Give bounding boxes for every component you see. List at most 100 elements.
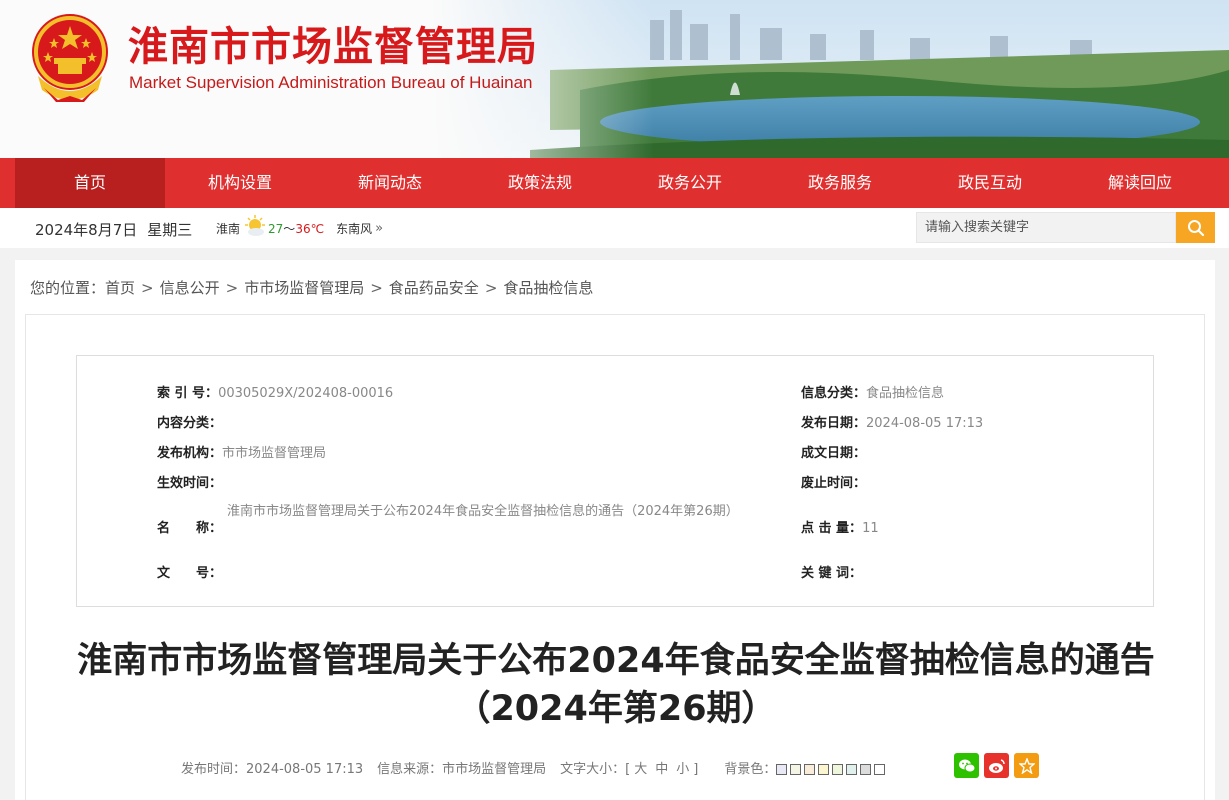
weather-widget[interactable]: 淮南 27 ～ 36℃ 东南风 » [216, 215, 383, 237]
meta-value: 市市场监督管理局 [222, 446, 327, 461]
meta-publish-date: 发布日期：2024-08-05 17:13 [801, 412, 983, 431]
wechat-icon [958, 759, 975, 772]
font-size-small-button[interactable]: 小 [676, 762, 689, 777]
national-emblem-logo [24, 10, 116, 104]
temp-low: 27 [268, 221, 284, 236]
nav-interaction[interactable]: 政民互动 [915, 158, 1065, 208]
nav-news[interactable]: 新闻动态 [315, 158, 465, 208]
search-icon [1187, 219, 1204, 236]
wind-direction: 东南风 [336, 222, 373, 236]
meta-content-category: 内容分类： [157, 412, 222, 431]
meta-label: 点 击 量： [801, 521, 863, 536]
article-panel: 索 引 号：00305029X/202408-00016 内容分类： 发布机构：… [25, 314, 1205, 800]
meta-expire-time: 废止时间： [801, 472, 866, 491]
article-meta-bar: 发布时间：2024-08-05 17:13 信息来源：市市场监督管理局 文字大小… [181, 758, 902, 777]
meta-label: 生效时间： [157, 476, 223, 491]
search-input[interactable] [916, 212, 1176, 243]
font-size-bracket: ] [693, 762, 699, 777]
sunny-cloud-icon [244, 215, 266, 237]
breadcrumb-separator: > [370, 279, 383, 297]
background-color-swatch[interactable] [874, 764, 886, 775]
publish-time: 发布时间：2024-08-05 17:13 [181, 762, 364, 777]
current-date: 2024年8月7日 星期三 [35, 219, 202, 240]
meta-doc-number: 文 号： [157, 562, 222, 581]
nav-organization[interactable]: 机构设置 [165, 158, 315, 208]
meta-keywords: 关 键 词： [801, 562, 862, 581]
temp-separator: ～ [283, 222, 296, 236]
nav-home[interactable]: 首页 [15, 158, 165, 208]
meta-label: 废止时间： [801, 476, 867, 491]
main-navigation: 首页 机构设置 新闻动态 政策法规 政务公开 政务服务 政民互动 解读回应 [0, 158, 1229, 208]
meta-name-label-row: 名 称： [157, 517, 222, 536]
breadcrumb-food-drug-safety[interactable]: 食品药品安全 [389, 279, 479, 297]
background-color-swatch[interactable] [846, 764, 858, 775]
meta-value: 11 [862, 521, 879, 536]
search-button[interactable] [1176, 212, 1215, 243]
background-color-swatch[interactable] [776, 764, 788, 775]
meta-label: 发布日期： [801, 416, 867, 431]
favorite-button[interactable] [1014, 753, 1039, 778]
nav-government-affairs[interactable]: 政务公开 [615, 158, 765, 208]
breadcrumb-separator: > [141, 279, 154, 297]
meta-label: 发布机构： [157, 446, 223, 461]
site-title: 淮南市市场监督管理局 [128, 24, 538, 70]
meta-label: 内容分类： [157, 416, 223, 431]
meta-effective-time: 生效时间： [157, 472, 222, 491]
meta-label: 名 称： [157, 521, 223, 536]
breadcrumb-bureau[interactable]: 市市场监督管理局 [244, 279, 364, 297]
info-bar: 2024年8月7日 星期三 淮南 27 ～ 36℃ 东南风 » [0, 208, 1229, 248]
meta-click-count: 点 击 量：11 [801, 517, 879, 536]
breadcrumb-separator: > [225, 279, 239, 297]
main-content: 您的位置：首页 > 信息公开 > 市市场监督管理局 > 食品药品安全 > 食品抽检信息 索 引 … [15, 260, 1215, 800]
meta-label: 关 键 词： [801, 566, 863, 581]
meta-label: 索 引 号： [157, 386, 219, 401]
info-source: 信息来源：市市场监督管理局 [377, 762, 547, 777]
breadcrumb-prefix: 您的位置： [30, 279, 106, 297]
background-color-swatch[interactable] [804, 764, 816, 775]
meta-publisher: 发布机构：市市场监督管理局 [157, 442, 326, 461]
meta-label: 信息分类： [801, 386, 867, 401]
font-size-large-button[interactable]: 大 [634, 762, 647, 777]
breadcrumb: 您的位置：首页 > 信息公开 > 市市场监督管理局 > 食品药品安全 > 食品抽检信息 [30, 277, 593, 298]
site-header: 淮南市市场监督管理局 Market Supervision Administra… [0, 0, 1229, 158]
breadcrumb-food-sampling[interactable]: 食品抽检信息 [503, 279, 593, 297]
meta-value: 淮南市市场监督管理局关于公布2024年食品安全监督抽检信息的通告（2024年第2… [227, 504, 739, 519]
temp-high: 36℃ [295, 221, 325, 236]
meta-written-date: 成文日期： [801, 442, 866, 461]
share-wechat-button[interactable] [954, 753, 979, 778]
weather-city: 淮南 [216, 222, 241, 236]
font-size-control: 文字大小：[大中小] [560, 758, 698, 777]
meta-info-category: 信息分类：食品抽检信息 [801, 382, 944, 401]
meta-value: 食品抽检信息 [866, 386, 945, 401]
double-chevron-right-icon[interactable]: » [375, 221, 383, 236]
weibo-icon [988, 758, 1005, 773]
nav-services[interactable]: 政务服务 [765, 158, 915, 208]
meta-name: 淮南市市场监督管理局关于公布2024年食品安全监督抽检信息的通告（2024年第2… [227, 497, 747, 527]
breadcrumb-home[interactable]: 首页 [105, 279, 135, 297]
background-color-swatch[interactable] [832, 764, 844, 775]
nav-interpretation[interactable]: 解读回应 [1065, 158, 1215, 208]
background-color-control: 背景色： [724, 758, 888, 777]
date-text: 2024年8月7日 [35, 221, 138, 239]
meta-index-no: 索 引 号：00305029X/202408-00016 [157, 382, 393, 401]
font-size-medium-button[interactable]: 中 [655, 762, 668, 777]
breadcrumb-separator: > [484, 279, 498, 297]
document-metadata-table: 索 引 号：00305029X/202408-00016 内容分类： 发布机构：… [76, 355, 1154, 607]
meta-label: 文 号： [157, 566, 223, 581]
background-color-swatch[interactable] [860, 764, 872, 775]
weekday-text: 星期三 [147, 221, 193, 239]
share-weibo-button[interactable] [984, 753, 1009, 778]
background-color-label: 背景色： [724, 762, 777, 777]
favorite-star-icon [1018, 757, 1035, 774]
nav-policy[interactable]: 政策法规 [465, 158, 615, 208]
meta-value: 2024-08-05 17:13 [866, 416, 984, 431]
city-banner-image [430, 0, 1229, 158]
breadcrumb-info-public[interactable]: 信息公开 [160, 279, 220, 297]
background-color-swatch[interactable] [790, 764, 802, 775]
font-size-label: 文字大小：[ [560, 762, 631, 777]
site-subtitle: Market Supervision Administration Bureau… [129, 73, 533, 92]
meta-label: 成文日期： [801, 446, 867, 461]
article-title: 淮南市市场监督管理局关于公布2024年食品安全监督抽检信息的通告（2024年第2… [77, 641, 1155, 729]
background-color-swatch[interactable] [818, 764, 830, 775]
site-search [916, 212, 1215, 243]
